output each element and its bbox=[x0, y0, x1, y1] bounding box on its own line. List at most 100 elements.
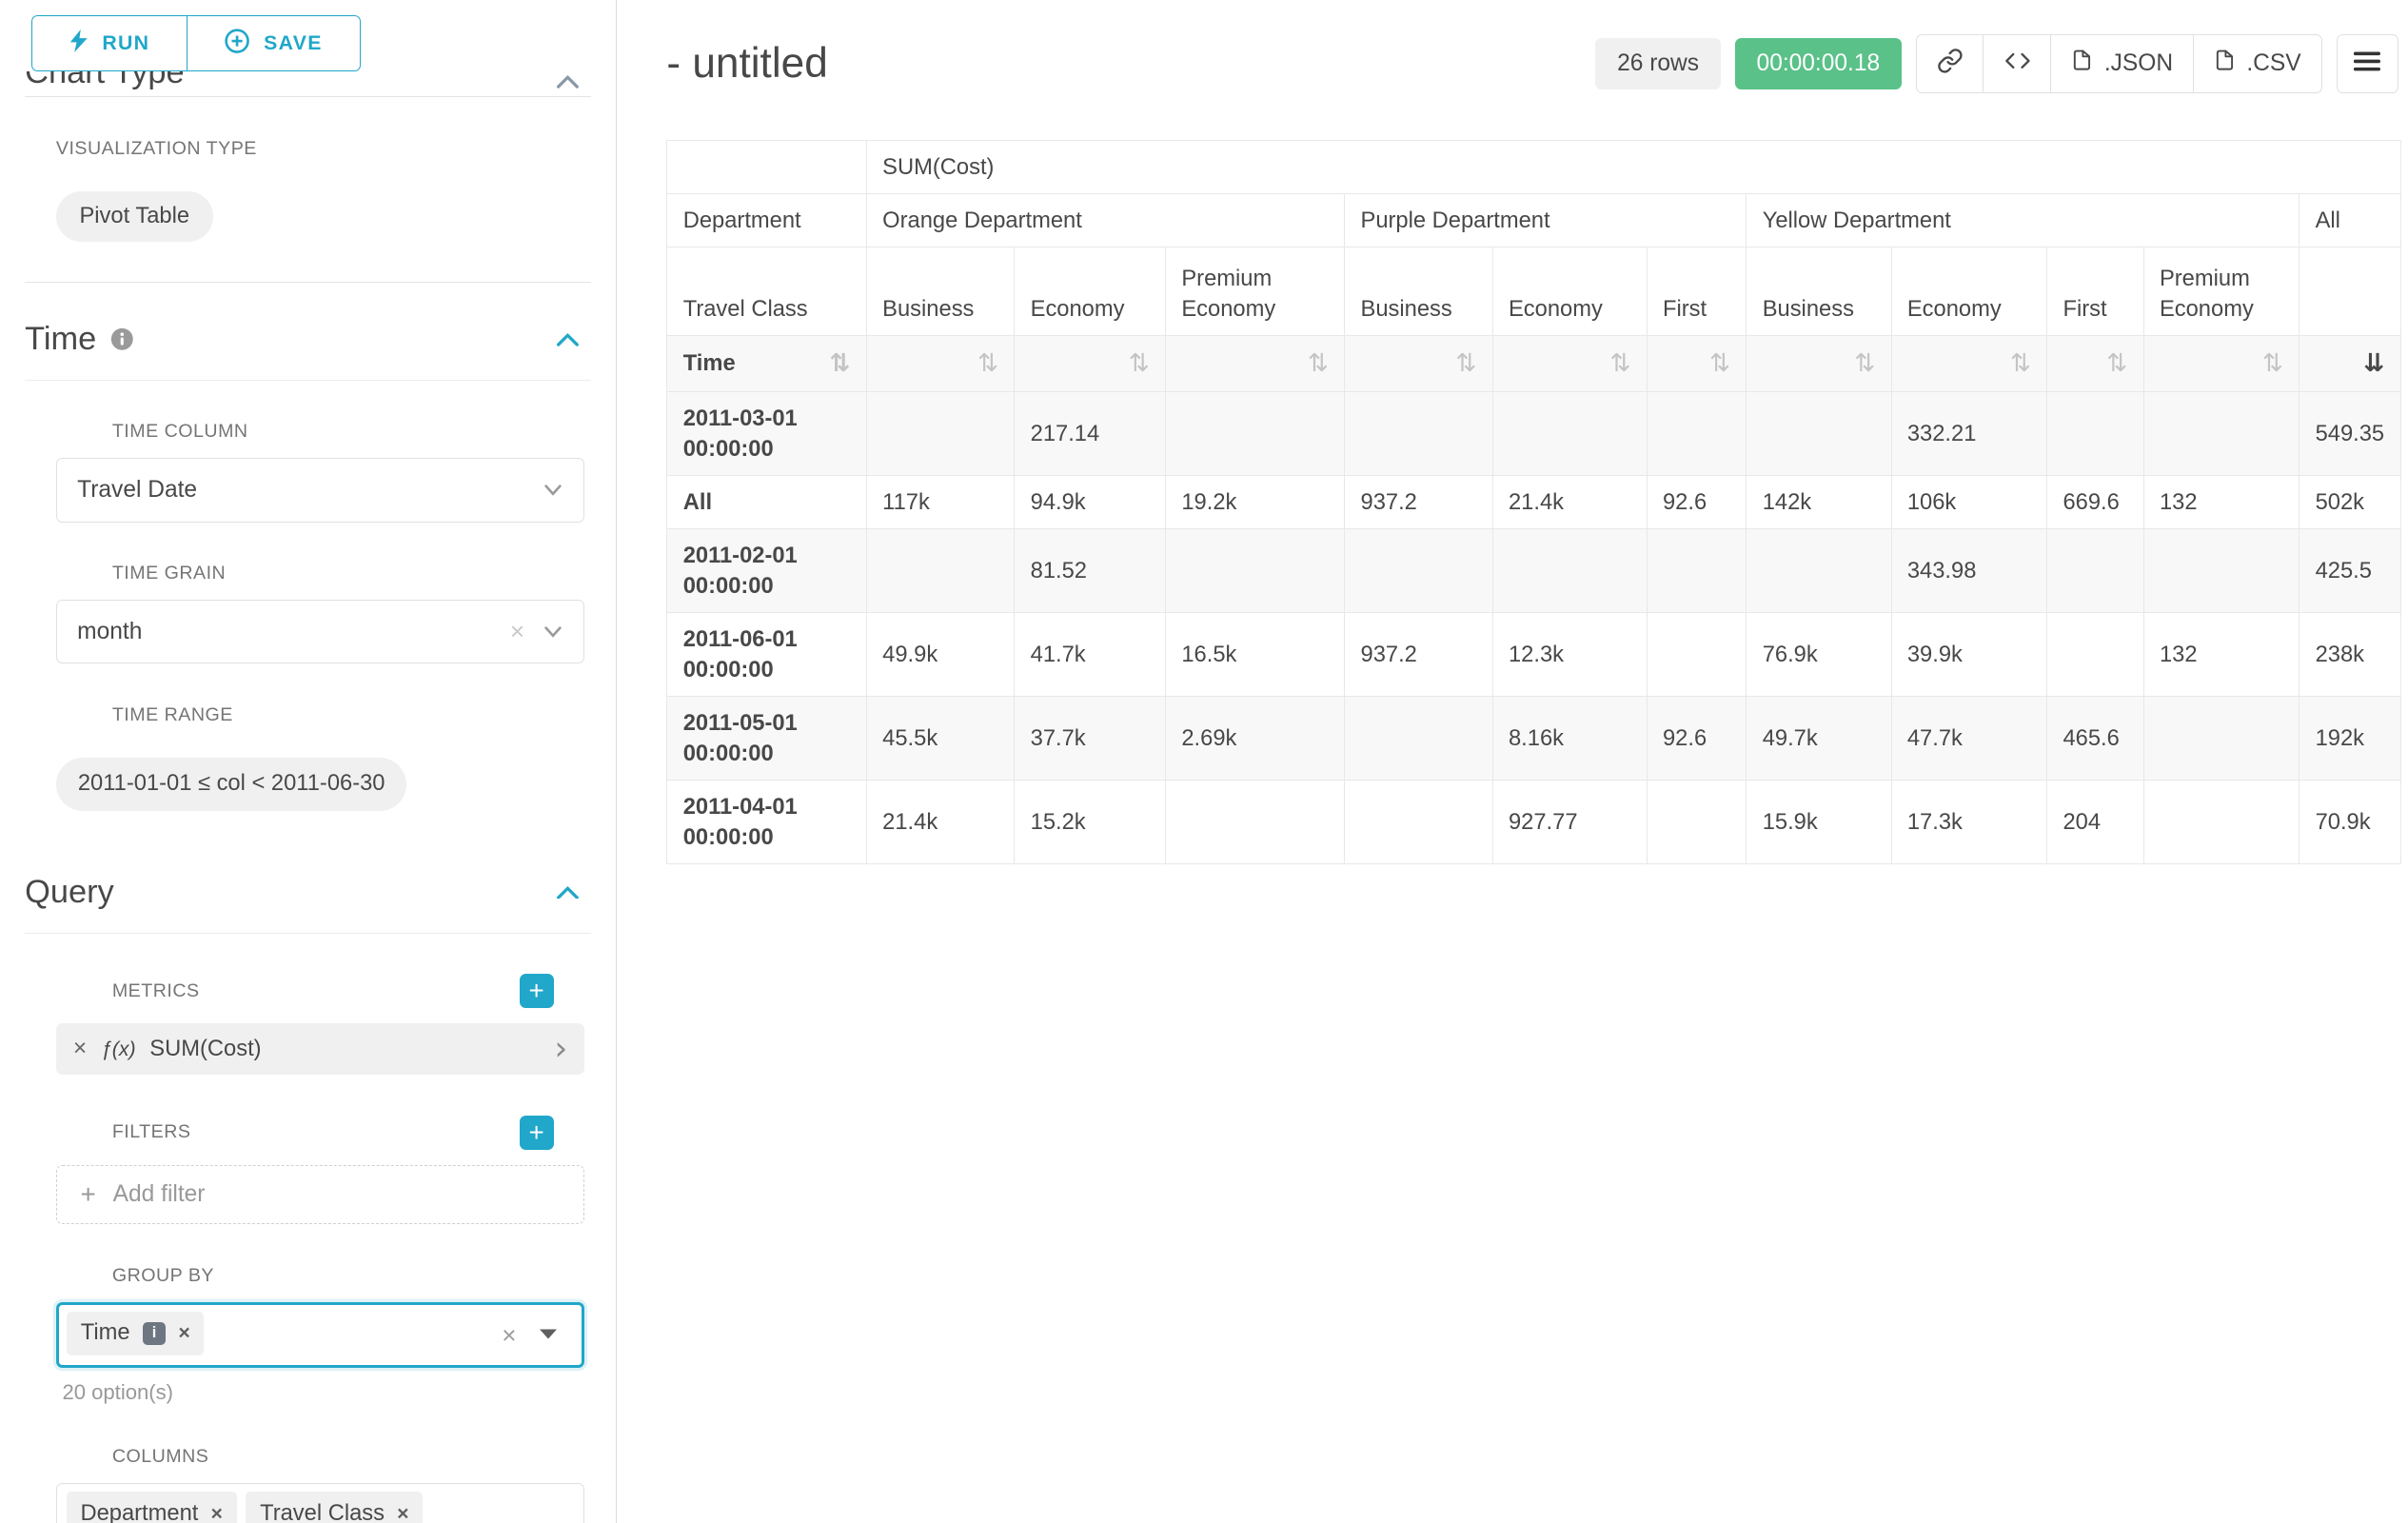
columns-tag[interactable]: Department × bbox=[67, 1492, 237, 1523]
pivot-data-row: All117k94.9k19.2k937.221.4k92.6142k106k6… bbox=[667, 476, 2400, 529]
add-metric-button[interactable]: + bbox=[520, 974, 554, 1008]
group-by-tag[interactable]: Time i × bbox=[67, 1312, 204, 1355]
remove-tag-icon[interactable]: × bbox=[178, 1323, 189, 1343]
lightning-icon bbox=[69, 30, 89, 59]
value-cell bbox=[1492, 392, 1647, 476]
sort-icon[interactable]: ⇅ bbox=[1609, 351, 1630, 376]
export-csv-button[interactable]: .CSV bbox=[2193, 34, 2322, 93]
share-link-button[interactable] bbox=[1916, 34, 1984, 93]
sort-header-cell[interactable]: ⇅ bbox=[866, 336, 1014, 392]
query-timer-badge: 00:00:00.18 bbox=[1735, 38, 1902, 89]
value-cell: 76.9k bbox=[1747, 613, 1891, 697]
sort-header-cell[interactable]: ⇅ bbox=[2143, 336, 2299, 392]
time-column-select[interactable]: Travel Date bbox=[56, 458, 584, 522]
sort-icon[interactable]: ⇅ bbox=[2010, 351, 2031, 376]
value-cell: 16.5k bbox=[1165, 613, 1344, 697]
value-cell bbox=[1647, 781, 1747, 864]
sort-icon[interactable]: ⇅ bbox=[1308, 351, 1329, 376]
caret-down-icon[interactable] bbox=[540, 1329, 557, 1338]
value-cell bbox=[2143, 529, 2299, 613]
remove-tag-icon[interactable]: × bbox=[210, 1504, 222, 1523]
value-cell: 217.14 bbox=[1015, 392, 1166, 476]
columns-select[interactable]: Department × Travel Class × × bbox=[56, 1483, 584, 1523]
chart-type-heading: Chart Type bbox=[25, 71, 184, 91]
add-filter-label: Add filter bbox=[113, 1181, 206, 1208]
sort-header-cell[interactable]: ⇅ bbox=[1015, 336, 1166, 392]
add-filter-button[interactable]: + Add filter bbox=[56, 1165, 584, 1224]
department-header-cell: Yellow Department bbox=[1747, 194, 2299, 247]
time-range-pill[interactable]: 2011-01-01 ≤ col < 2011-06-30 bbox=[56, 758, 407, 811]
value-cell: 39.9k bbox=[1891, 613, 2047, 697]
value-cell: 12.3k bbox=[1492, 613, 1647, 697]
all-columns-header-cell: All bbox=[2299, 194, 2400, 247]
columns-tag[interactable]: Travel Class × bbox=[246, 1492, 423, 1523]
run-button[interactable]: RUN bbox=[31, 15, 188, 71]
sort-icon[interactable]: ⇅ bbox=[1854, 351, 1875, 376]
metric-option-pill[interactable]: × ƒ(x) SUM(Cost) › bbox=[56, 1023, 584, 1075]
sort-header-cell[interactable]: ⇅ bbox=[1165, 336, 1344, 392]
sort-header-cell[interactable]: ⇅ bbox=[1647, 336, 1747, 392]
time-range-label: TIME RANGE bbox=[112, 704, 554, 726]
sort-icon[interactable]: ⇅ bbox=[2106, 351, 2127, 376]
app-root: RUN SAVE Chart Type bbox=[0, 0, 2408, 1523]
value-cell: 94.9k bbox=[1015, 476, 1166, 529]
column-info-icon: i bbox=[143, 1322, 167, 1346]
sort-icon[interactable]: ⇅ bbox=[1455, 351, 1476, 376]
visualization-type-pill[interactable]: Pivot Table bbox=[56, 191, 213, 242]
chevron-down-icon bbox=[544, 485, 562, 495]
sort-header-cell[interactable]: ⇅ bbox=[1492, 336, 1647, 392]
travel-class-header-cell: Economy bbox=[1891, 247, 2047, 336]
chart-title[interactable]: - untitled bbox=[666, 40, 827, 88]
value-cell: 8.16k bbox=[1492, 697, 1647, 781]
collapse-chevron-up-icon[interactable] bbox=[557, 332, 579, 346]
travel-class-header-cell: First bbox=[1647, 247, 1747, 336]
value-cell bbox=[2047, 613, 2143, 697]
group-by-tag-label: Time bbox=[81, 1320, 130, 1346]
row-count-badge: 26 rows bbox=[1595, 38, 1721, 89]
clear-icon[interactable]: × bbox=[510, 617, 524, 646]
sort-icon[interactable]: ⇅ bbox=[1709, 351, 1730, 376]
save-button-label: SAVE bbox=[264, 31, 323, 55]
remove-tag-icon[interactable]: × bbox=[397, 1504, 408, 1523]
value-cell: 47.7k bbox=[1891, 697, 2047, 781]
view-query-button[interactable] bbox=[1983, 34, 2051, 93]
value-cell: 81.52 bbox=[1015, 529, 1166, 613]
add-filter-plus-button[interactable]: + bbox=[520, 1116, 554, 1150]
divider bbox=[25, 96, 591, 97]
export-json-button[interactable]: .JSON bbox=[2050, 34, 2194, 93]
sort-icon[interactable]: ⇅ bbox=[1129, 351, 1150, 376]
hamburger-menu-icon bbox=[2354, 50, 2380, 78]
save-button[interactable]: SAVE bbox=[187, 15, 361, 71]
more-options-button[interactable] bbox=[2337, 34, 2398, 93]
time-grain-value: month bbox=[77, 619, 142, 645]
value-cell bbox=[1165, 529, 1344, 613]
sort-header-cell[interactable]: ⇅ bbox=[1345, 336, 1492, 392]
row-label-cell: 2011-02-01 00:00:00 bbox=[667, 529, 866, 613]
sort-icon-active[interactable]: ⇊ bbox=[2363, 351, 2384, 376]
travel-class-header-cell: Premium Economy bbox=[1165, 247, 1344, 336]
code-icon bbox=[2004, 48, 2031, 81]
value-cell bbox=[1165, 392, 1344, 476]
department-header-cell: Orange Department bbox=[866, 194, 1344, 247]
sort-header-cell[interactable]: ⇊ bbox=[2299, 336, 2400, 392]
time-axis-label[interactable]: Time⇅ bbox=[667, 336, 866, 392]
pivot-data-row: 2011-03-01 00:00:00217.14332.21549.35 bbox=[667, 392, 2400, 476]
info-icon bbox=[110, 327, 134, 351]
sort-header-cell[interactable]: ⇅ bbox=[2047, 336, 2143, 392]
clear-icon[interactable]: × bbox=[502, 1320, 516, 1350]
metric-header-cell: SUM(Cost) bbox=[866, 141, 2400, 194]
remove-metric-icon[interactable]: × bbox=[73, 1036, 87, 1062]
sort-header-cell[interactable]: ⇅ bbox=[1891, 336, 2047, 392]
value-cell: 41.7k bbox=[1015, 613, 1166, 697]
sort-icon[interactable]: ⇅ bbox=[977, 351, 998, 376]
row-label-cell: 2011-03-01 00:00:00 bbox=[667, 392, 866, 476]
run-save-button-group: RUN SAVE bbox=[31, 15, 616, 71]
group-by-select[interactable]: Time i × × bbox=[56, 1302, 584, 1368]
time-column-label: TIME COLUMN bbox=[112, 421, 554, 443]
sort-icon[interactable]: ⇅ bbox=[830, 351, 851, 376]
filters-label-row: FILTERS + bbox=[112, 1116, 554, 1150]
sort-icon[interactable]: ⇅ bbox=[2262, 351, 2283, 376]
sort-header-cell[interactable]: ⇅ bbox=[1747, 336, 1891, 392]
time-grain-select[interactable]: month × bbox=[56, 600, 584, 663]
collapse-chevron-up-icon[interactable] bbox=[557, 885, 579, 900]
